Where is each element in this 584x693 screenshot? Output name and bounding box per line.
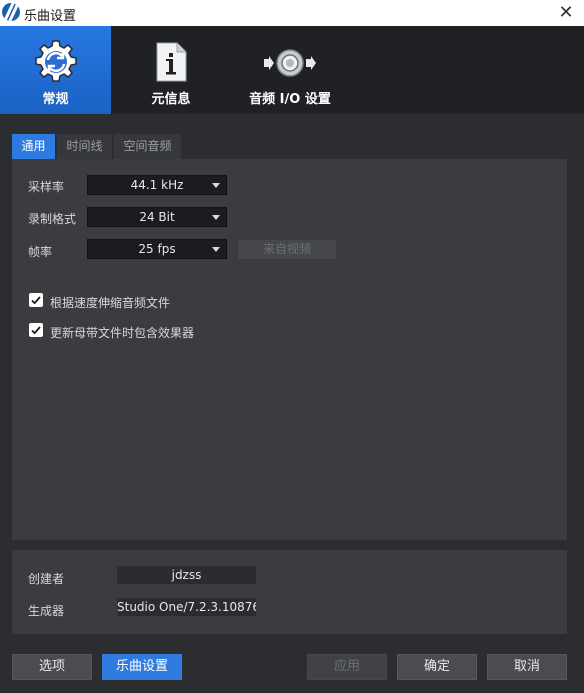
record-format-select[interactable]: 24 Bit [87, 207, 227, 227]
creator-field[interactable]: jdzss [117, 566, 256, 584]
frame-rate-value: 25 fps [138, 242, 176, 256]
tab-timeline[interactable]: 时间线 [57, 134, 113, 159]
title-bar: 乐曲设置 ✕ [0, 0, 584, 26]
category-bar: 常规 元信息 音频 I/O 设置 [0, 26, 584, 114]
song-settings-button[interactable]: 乐曲设置 [102, 654, 182, 680]
include-effects-label: 更新母带文件时包含效果器 [50, 326, 195, 340]
frame-rate-select[interactable]: 25 fps [87, 239, 227, 259]
apply-button[interactable]: 应用 [307, 654, 387, 680]
chevron-down-icon [212, 183, 220, 188]
include-effects-checkbox[interactable] [29, 323, 43, 337]
category-meta-info[interactable]: 元信息 [111, 26, 231, 114]
checkmark-icon [31, 326, 41, 335]
category-label: 常规 [42, 92, 69, 107]
sample-rate-label: 采样率 [28, 180, 65, 194]
chevron-down-icon [212, 215, 220, 220]
sample-rate-select[interactable]: 44.1 kHz [87, 175, 227, 195]
record-format-label: 录制格式 [28, 212, 77, 226]
song-info-panel [12, 550, 567, 634]
cancel-button[interactable]: 取消 [487, 654, 567, 680]
category-label: 元信息 [151, 92, 191, 107]
category-label: 音频 I/O 设置 [249, 92, 331, 107]
record-format-value: 24 Bit [139, 210, 175, 224]
tab-general[interactable]: 通用 [12, 134, 56, 159]
checkmark-icon [31, 296, 41, 305]
generator-label: 生成器 [28, 604, 65, 618]
category-audio-io[interactable]: 音频 I/O 设置 [231, 26, 349, 114]
chevron-down-icon [212, 247, 220, 252]
tab-spatial-audio[interactable]: 空间音频 [114, 134, 182, 159]
from-video-button[interactable]: 来自视频 [238, 240, 336, 259]
audio-io-icon [263, 46, 317, 83]
stretch-audio-label: 根据速度伸缩音频文件 [50, 296, 171, 310]
gear-refresh-icon [32, 38, 80, 89]
options-button[interactable]: 选项 [12, 654, 92, 680]
window-title: 乐曲设置 [24, 9, 77, 24]
category-general[interactable]: 常规 [0, 26, 111, 114]
sample-rate-value: 44.1 kHz [130, 178, 184, 192]
generator-field: Studio One/7.2.3.108761 [117, 598, 256, 616]
frame-rate-label: 帧率 [28, 245, 53, 259]
stretch-audio-checkbox[interactable] [29, 293, 43, 307]
close-icon[interactable]: ✕ [554, 1, 578, 25]
document-info-icon [155, 42, 187, 85]
app-logo-icon [2, 3, 20, 21]
creator-label: 创建者 [28, 572, 65, 586]
ok-button[interactable]: 确定 [397, 654, 477, 680]
